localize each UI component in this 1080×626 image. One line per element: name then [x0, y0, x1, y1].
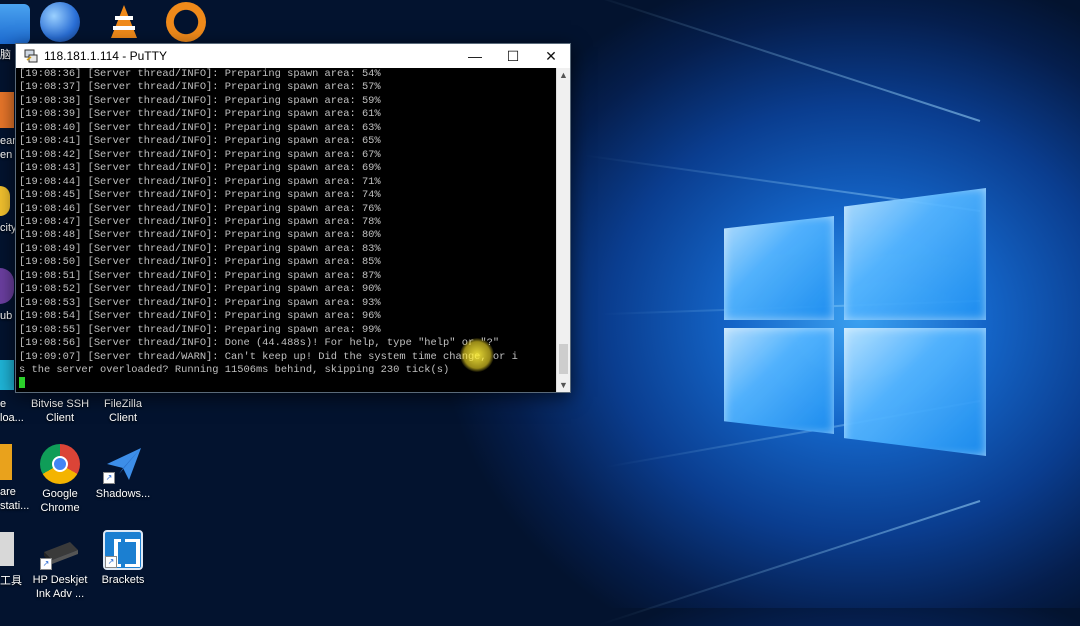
chrome-icon	[40, 444, 80, 484]
terminal-line: [19:08:52] [Server thread/INFO]: Prepari…	[19, 283, 381, 296]
computer-icon	[0, 4, 30, 44]
orange-ring-icon	[166, 2, 206, 42]
terminal-line: [19:08:50] [Server thread/INFO]: Prepari…	[19, 256, 381, 269]
terminal-line: [19:08:47] [Server thread/INFO]: Prepari…	[19, 215, 381, 228]
desktop-icon-label: Brackets	[101, 574, 145, 586]
desktop-icon-google-earth[interactable]	[28, 2, 92, 45]
windows-logo-pane	[724, 328, 834, 434]
vertical-scrollbar[interactable]: ▲ ▼	[556, 68, 570, 392]
partial-icon	[0, 360, 14, 390]
windows-logo-pane	[844, 328, 986, 456]
desktop-icon-brackets[interactable]: ↗ Brackets	[91, 530, 155, 587]
terminal-prompt-line	[19, 377, 556, 391]
desktop-icon-label: Bitvise SSH Client	[30, 398, 90, 424]
desktop-icon-filezilla[interactable]: FileZilla Client	[91, 397, 155, 425]
terminal-line: [19:08:55] [Server thread/INFO]: Prepari…	[19, 323, 381, 336]
partial-label: are	[0, 486, 16, 498]
globe-icon	[40, 2, 80, 42]
scroll-down-icon[interactable]: ▼	[557, 378, 570, 392]
windows-logo-pane	[724, 216, 834, 320]
windows-logo	[720, 188, 990, 456]
desktop-icon-hp-deskjet[interactable]: ↗ HP Deskjet Ink Adv ...	[28, 530, 92, 601]
terminal-line: [19:08:53] [Server thread/INFO]: Prepari…	[19, 296, 381, 309]
partial-icon	[0, 268, 14, 304]
windows-logo-pane	[844, 188, 986, 320]
vlc-cone-icon	[104, 2, 144, 42]
printer-icon: ↗	[40, 530, 80, 570]
desktop-icon-label: HP Deskjet Ink Adv ...	[32, 574, 88, 600]
close-button[interactable]: ✕	[532, 44, 570, 68]
desktop-icon-label: FileZilla Client	[104, 398, 142, 424]
shortcut-arrow-icon: ↗	[103, 472, 115, 484]
partial-label: ub	[0, 310, 13, 322]
partial-label: en	[0, 149, 13, 161]
partial-icon	[0, 186, 10, 216]
scroll-up-icon[interactable]: ▲	[557, 68, 570, 82]
shortcut-arrow-icon: ↗	[40, 558, 52, 570]
desktop-icon-app[interactable]	[154, 2, 218, 45]
terminal-line: [19:08:51] [Server thread/INFO]: Prepari…	[19, 269, 381, 282]
terminal-cursor	[19, 377, 25, 389]
terminal-line: [19:08:41] [Server thread/INFO]: Prepari…	[19, 135, 381, 148]
partial-label: 工具	[0, 575, 22, 587]
brackets-icon: ↗	[103, 530, 143, 570]
maximize-button[interactable]: ☐	[494, 44, 532, 68]
terminal-line: [19:08:44] [Server thread/INFO]: Prepari…	[19, 175, 381, 188]
partial-icon	[0, 532, 14, 566]
putty-icon	[24, 49, 38, 63]
terminal-line: [19:08:54] [Server thread/INFO]: Prepari…	[19, 310, 381, 323]
partial-label: loa...	[0, 412, 24, 424]
shortcut-arrow-icon: ↗	[105, 556, 117, 568]
minimize-button[interactable]: —	[456, 44, 494, 68]
partial-label: e	[0, 398, 7, 410]
terminal-line: [19:08:39] [Server thread/INFO]: Prepari…	[19, 108, 381, 121]
terminal-line: [19:08:37] [Server thread/INFO]: Prepari…	[19, 81, 381, 94]
terminal-line: [19:08:43] [Server thread/INFO]: Prepari…	[19, 162, 381, 175]
desktop-icon-vlc[interactable]	[92, 2, 156, 45]
partial-label: 脑	[0, 49, 11, 61]
partial-icon	[0, 444, 12, 480]
partial-icon	[0, 92, 14, 128]
terminal-line: [19:08:49] [Server thread/INFO]: Prepari…	[19, 242, 381, 255]
terminal-line: [19:08:40] [Server thread/INFO]: Prepari…	[19, 121, 381, 134]
desktop-icon-shadowsocks[interactable]: ↗ Shadows...	[91, 444, 155, 501]
window-title: 118.181.1.114 - PuTTY	[44, 49, 167, 63]
terminal-line: [19:08:38] [Server thread/INFO]: Prepari…	[19, 94, 381, 107]
scrollbar-thumb[interactable]	[559, 344, 568, 374]
mouse-pointer-highlight	[460, 338, 494, 372]
paper-plane-icon: ↗	[103, 444, 143, 484]
terminal-line: [19:08:45] [Server thread/INFO]: Prepari…	[19, 189, 381, 202]
terminal-line: [19:08:46] [Server thread/INFO]: Prepari…	[19, 202, 381, 215]
desktop-icon-label: Shadows...	[95, 488, 151, 500]
desktop-icon-chrome[interactable]: Google Chrome	[28, 444, 92, 515]
desktop-icon-label: Google Chrome	[40, 488, 80, 514]
putty-window[interactable]: 118.181.1.114 - PuTTY — ☐ ✕ [19:08:36] […	[15, 43, 571, 393]
terminal-line: [19:08:36] [Server thread/INFO]: Prepari…	[19, 68, 381, 80]
terminal-line: [19:08:48] [Server thread/INFO]: Prepari…	[19, 229, 381, 242]
terminal-line: [19:08:42] [Server thread/INFO]: Prepari…	[19, 148, 381, 161]
desktop-icon-bitvise[interactable]: Bitvise SSH Client	[28, 397, 92, 425]
partial-label: stati...	[0, 500, 30, 512]
title-bar[interactable]: 118.181.1.114 - PuTTY — ☐ ✕	[16, 44, 570, 68]
